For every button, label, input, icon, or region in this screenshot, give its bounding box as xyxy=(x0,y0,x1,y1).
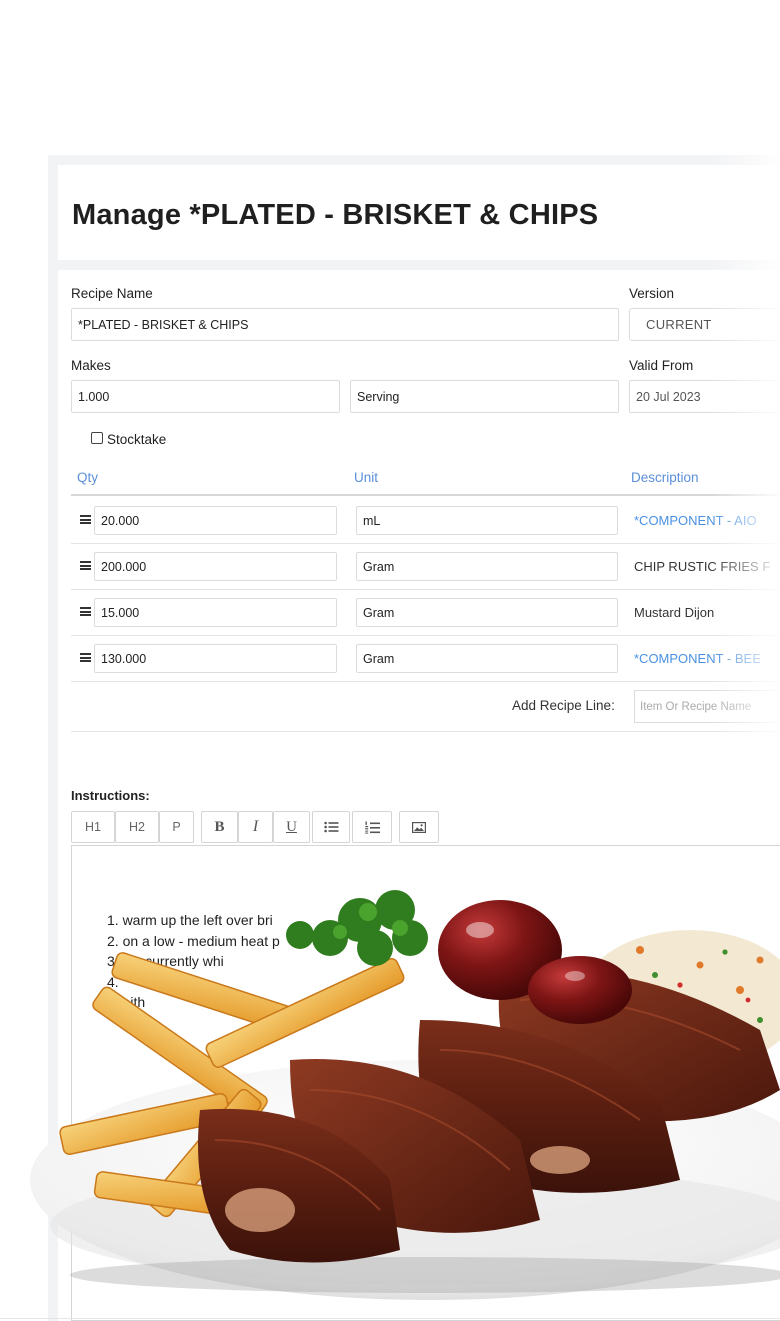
row-description-link[interactable]: *COMPONENT - BEE xyxy=(634,651,761,666)
row-qty-input[interactable]: 15.000 xyxy=(94,598,337,627)
column-header-description[interactable]: Description xyxy=(631,470,699,485)
version-select[interactable]: CURRENT xyxy=(629,308,780,341)
row-description: Mustard Dijon xyxy=(634,605,715,620)
row-qty-input[interactable]: 200.000 xyxy=(94,552,337,581)
valid-from-label: Valid From xyxy=(629,358,694,373)
insert-image-button[interactable] xyxy=(399,811,439,843)
row-divider xyxy=(71,543,780,544)
table-header-divider xyxy=(71,494,780,496)
makes-label: Makes xyxy=(71,358,111,373)
add-recipe-line-input[interactable]: Item Or Recipe Name xyxy=(634,690,780,723)
bold-button[interactable]: B xyxy=(201,811,238,843)
stocktake-label: Stocktake xyxy=(107,432,167,447)
add-recipe-line-label: Add Recipe Line: xyxy=(512,698,615,713)
makes-unit-input[interactable]: Serving xyxy=(350,380,619,413)
underline-button[interactable]: U xyxy=(273,811,310,843)
drag-handle-icon[interactable] xyxy=(80,607,91,616)
recipe-name-input[interactable]: *PLATED - BRISKET & CHIPS xyxy=(71,308,619,341)
row-qty-input[interactable]: 20.000 xyxy=(94,506,337,535)
numbered-list-icon xyxy=(364,821,380,834)
row-divider xyxy=(71,589,780,590)
valid-from-input[interactable]: 20 Jul 2023 xyxy=(629,380,780,413)
numbered-list-button[interactable] xyxy=(352,811,392,843)
heading2-button[interactable]: H2 xyxy=(115,811,159,843)
heading1-button[interactable]: H1 xyxy=(71,811,115,843)
row-unit-input[interactable]: mL xyxy=(356,506,618,535)
paragraph-button[interactable]: P xyxy=(159,811,194,843)
column-header-qty[interactable]: Qty xyxy=(77,470,98,485)
title-card: Manage *PLATED - BRISKET & CHIPS xyxy=(58,165,780,260)
drag-handle-icon[interactable] xyxy=(80,653,91,662)
stocktake-checkbox[interactable] xyxy=(91,432,103,444)
row-divider xyxy=(71,635,780,636)
row-description: CHIP RUSTIC FRIES F xyxy=(634,559,771,574)
italic-button[interactable]: I xyxy=(238,811,273,843)
version-label: Version xyxy=(629,286,675,301)
brisket-and-chips-photo xyxy=(30,890,780,1300)
row-divider xyxy=(71,681,780,682)
add-line-divider xyxy=(71,731,780,732)
row-description-link[interactable]: *COMPONENT - AIO xyxy=(634,513,757,528)
page-title: Manage *PLATED - BRISKET & CHIPS xyxy=(72,199,599,231)
row-unit-input[interactable]: Gram xyxy=(356,598,618,627)
bullet-list-button[interactable] xyxy=(312,811,350,843)
bottom-divider xyxy=(0,1318,780,1319)
drag-handle-icon[interactable] xyxy=(80,515,91,524)
row-unit-input[interactable]: Gram xyxy=(356,552,618,581)
drag-handle-icon[interactable] xyxy=(80,561,91,570)
row-unit-input[interactable]: Gram xyxy=(356,644,618,673)
row-qty-input[interactable]: 130.000 xyxy=(94,644,337,673)
instructions-label: Instructions: xyxy=(71,788,150,803)
makes-qty-input[interactable]: 1.000 xyxy=(71,380,340,413)
image-icon xyxy=(412,821,426,833)
recipe-name-label: Recipe Name xyxy=(71,286,153,301)
bullet-list-icon xyxy=(323,821,338,833)
column-header-unit[interactable]: Unit xyxy=(354,470,378,485)
